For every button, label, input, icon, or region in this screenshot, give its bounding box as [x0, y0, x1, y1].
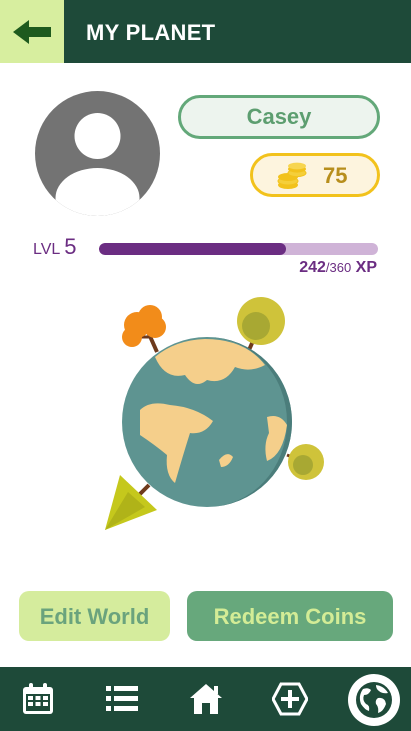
olive-tree-icon — [237, 297, 285, 351]
nav-world-button[interactable] — [348, 674, 400, 726]
coin-stack-icon — [277, 162, 307, 189]
xp-progress-fill — [99, 243, 287, 255]
level-label: LVL — [33, 241, 61, 258]
back-button[interactable] — [0, 0, 64, 63]
list-icon[interactable] — [104, 681, 140, 717]
coin-count: 75 — [323, 163, 348, 188]
redeem-coins-button[interactable]: Redeem Coins — [187, 591, 393, 641]
calendar-icon[interactable] — [20, 681, 56, 717]
orange-tree-icon — [122, 305, 166, 353]
level-indicator: LVL 5 — [33, 233, 77, 264]
level-number: 5 — [64, 234, 77, 259]
planet-illustration — [105, 297, 324, 530]
arrow-left-icon — [13, 19, 51, 44]
xp-max: /360 — [325, 260, 352, 275]
username-badge: Casey — [178, 95, 380, 139]
globe-icon — [122, 337, 292, 507]
small-tree-icon — [286, 444, 324, 480]
edit-world-button[interactable]: Edit World — [19, 591, 170, 641]
page-title: MY PLANET — [86, 20, 216, 45]
xp-unit: XP — [355, 259, 377, 276]
bottom-nav — [0, 667, 411, 731]
globe-icon — [356, 682, 392, 718]
coin-balance-badge: 75 — [250, 153, 380, 197]
xp-current: 242 — [299, 259, 326, 276]
user-avatar-icon[interactable] — [35, 91, 160, 216]
home-icon[interactable] — [188, 681, 224, 717]
xp-progress-bar — [99, 243, 378, 255]
xp-readout: 242/360 XP — [299, 258, 377, 278]
add-icon[interactable] — [272, 681, 308, 717]
app-header: MY PLANET — [0, 0, 411, 63]
